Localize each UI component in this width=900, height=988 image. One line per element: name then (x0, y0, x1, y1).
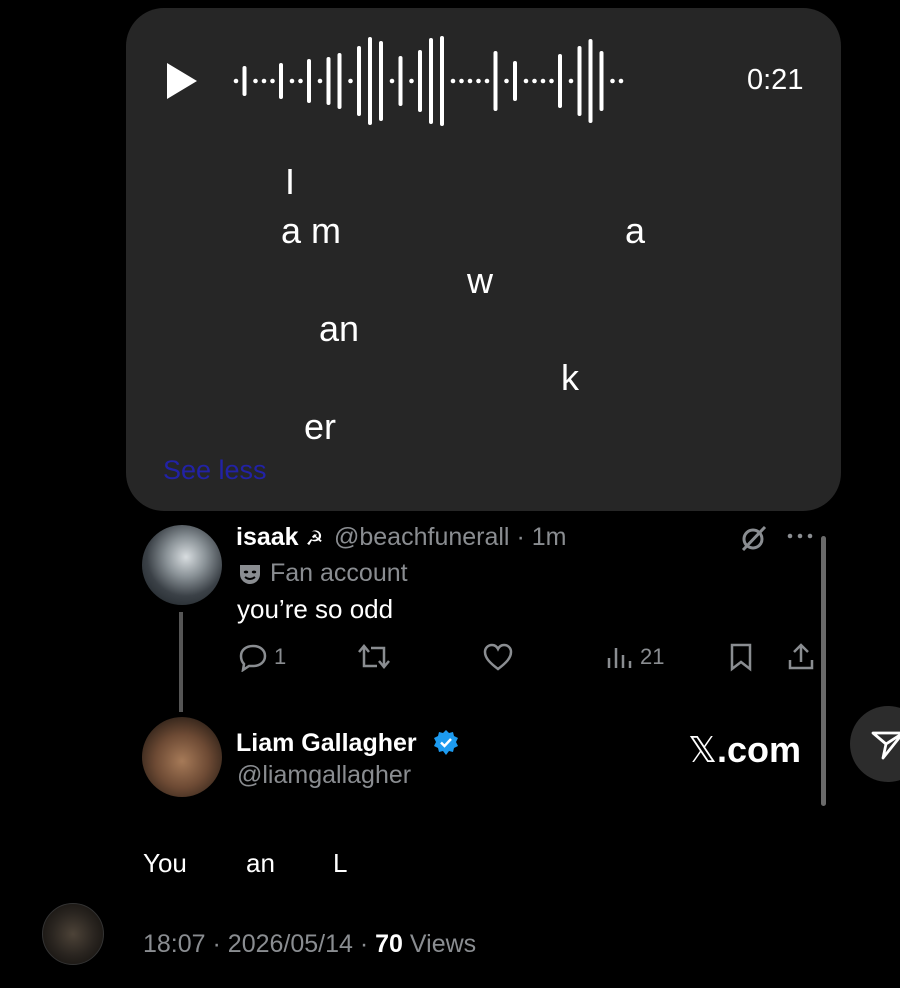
transcript-word: a m (281, 210, 342, 251)
waveform-dot (523, 78, 529, 84)
reply-icon (238, 642, 268, 672)
waveform-dot (610, 78, 615, 84)
play-button[interactable] (164, 60, 200, 102)
transcript-word: a (625, 210, 646, 251)
waveform-dot (532, 78, 537, 84)
main-text-word: L (333, 848, 348, 878)
separator: · (212, 930, 221, 958)
waveform-dot (289, 78, 295, 84)
play-icon (164, 60, 200, 102)
quoted-author-handle[interactable]: @liamgallagher (237, 761, 411, 790)
share-fab[interactable] (850, 706, 900, 782)
waveform-dot (233, 78, 239, 84)
waveform-bar (429, 38, 433, 124)
views-count: 70 (375, 930, 403, 958)
waveform-dot (504, 78, 509, 84)
theater-mask-icon (238, 562, 262, 586)
transcript-word: er (304, 406, 337, 447)
waveform-dot (270, 78, 275, 84)
waveform-bar (558, 54, 562, 108)
audio-waveform[interactable] (232, 36, 742, 126)
waveform-bar (379, 41, 383, 121)
waveform-dot (261, 78, 267, 84)
reply-author-name[interactable]: isaak ☭ (236, 523, 323, 552)
main-text-word: You (143, 848, 187, 878)
waveform-dot (389, 78, 395, 84)
waveform-bar (418, 50, 422, 112)
transcript-word: k (561, 357, 579, 398)
see-less-link[interactable]: See less (163, 455, 267, 486)
views-label: Views (409, 930, 477, 958)
transcript-word: w (467, 260, 493, 301)
reply-button[interactable]: 1 (238, 642, 286, 672)
avatar[interactable] (142, 525, 222, 605)
waveform-dot (484, 78, 490, 84)
post-time: 18:07 (143, 930, 206, 958)
waveform-dot (409, 78, 414, 84)
like-icon (482, 642, 514, 672)
waveform-bar (599, 51, 604, 111)
retweet-button[interactable] (357, 642, 391, 672)
scrollbar[interactable] (821, 536, 826, 806)
waveform-bar (307, 59, 311, 103)
thread-connector-line (179, 612, 183, 712)
transcript-word: an (319, 308, 360, 349)
waveform-bar (326, 57, 331, 105)
like-button[interactable] (482, 642, 514, 672)
waveform-dot (317, 78, 323, 84)
waveform-bar (337, 53, 342, 109)
post-metadata: 18:07 · 2026/05/14 · 70 Views (143, 930, 476, 959)
share-button[interactable] (786, 642, 816, 672)
waveform-dot (253, 78, 258, 84)
reply-text: you’re so odd (237, 594, 394, 624)
waveform-bar (440, 36, 444, 126)
waveform-dot (298, 78, 303, 84)
bookmark-icon (728, 642, 754, 672)
waveform-dot (459, 78, 464, 84)
waveform-dot (348, 78, 353, 84)
timestamp: 1m (531, 523, 567, 551)
waveform-dot (540, 78, 546, 84)
transcript-word: I (285, 161, 296, 202)
fan-account-label: Fan account (238, 559, 408, 588)
waveform-bar (513, 61, 517, 101)
more-icon[interactable] (786, 531, 814, 541)
waveform-dot (450, 78, 456, 84)
waveform-dot (467, 78, 473, 84)
post-date: 2026/05/14 (227, 930, 353, 958)
waveform-dot (549, 78, 554, 84)
waveform-bar (279, 63, 283, 99)
waveform-bar (493, 51, 498, 111)
retweet-icon (357, 642, 391, 672)
waveform-bar (357, 46, 361, 116)
verified-badge-icon (432, 729, 460, 757)
waveform-bar (368, 37, 372, 125)
hammer-sickle-emoji: ☭ (305, 528, 324, 550)
waveform-bar (398, 56, 403, 106)
source-link[interactable]: 𝕏.com (688, 729, 801, 771)
waveform-bar (577, 46, 582, 116)
share-icon (786, 642, 816, 672)
main-text-word: an (246, 848, 275, 878)
quoted-author-name[interactable]: Liam Gallagher (236, 729, 417, 758)
views-button[interactable]: 21 (606, 642, 664, 672)
waveform-dot (568, 78, 574, 84)
views-icon (606, 642, 634, 672)
separator: · (359, 930, 369, 958)
reply-author-handle[interactable]: @beachfunerall · 1m (334, 523, 566, 552)
waveform-bar (242, 66, 247, 96)
waveform-dot (618, 78, 624, 84)
avatar[interactable] (42, 903, 104, 965)
separator: · (516, 523, 525, 551)
avatar[interactable] (142, 717, 222, 797)
grok-icon[interactable] (739, 523, 769, 553)
bookmark-button[interactable] (728, 642, 754, 672)
audio-duration: 0:21 (747, 64, 804, 96)
waveform-bar (588, 39, 593, 123)
waveform-dot (476, 78, 481, 84)
